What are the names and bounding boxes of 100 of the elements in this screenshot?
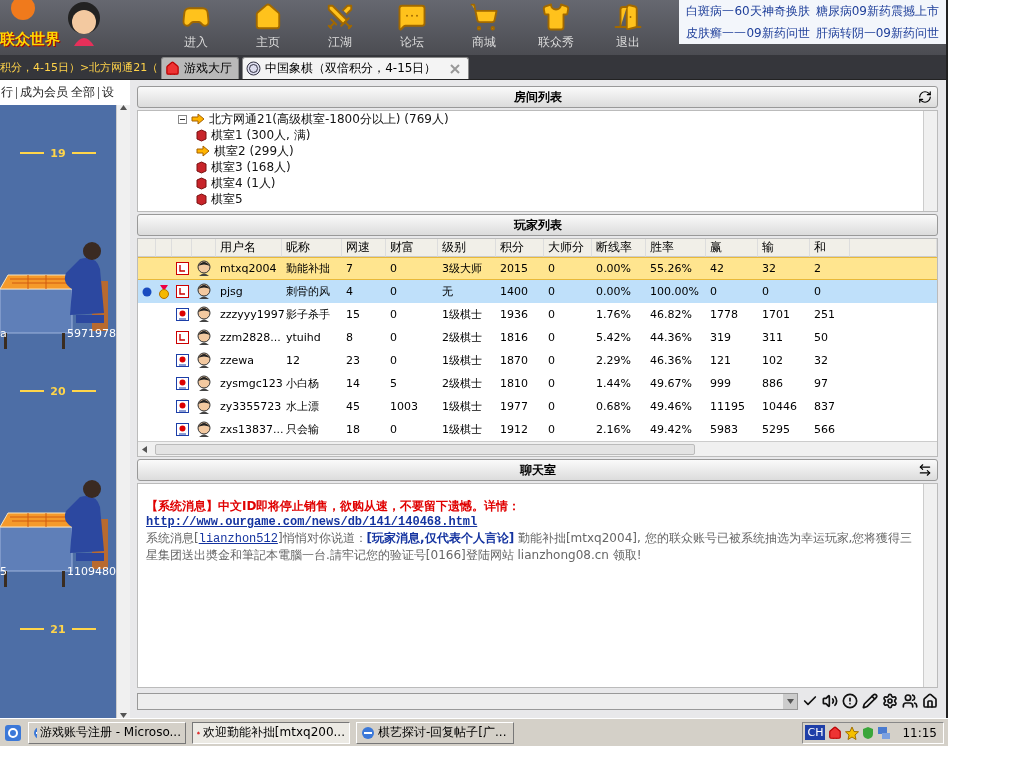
room-item[interactable]: 北方网通21(高级棋室-1800分以上) (769人): [209, 111, 449, 128]
table-row[interactable]: mtxq2004 勤能补拙 7 0 3级大师 2015 0 0.00% 55.26% 42 32 2: [138, 257, 937, 280]
nav-link[interactable]: 设: [102, 84, 114, 101]
chat-link[interactable]: lianzhon512: [198, 532, 278, 546]
table-cell-text: 0: [813, 284, 822, 300]
scrollbar[interactable]: [923, 111, 937, 211]
player-name: 5: [0, 565, 7, 578]
toolbar-button[interactable]: [902, 693, 918, 709]
nav-button[interactable]: 联众秀: [527, 0, 586, 55]
table-cell-text: 0: [389, 307, 398, 323]
chat-input[interactable]: [137, 692, 798, 710]
table-cell-text: 32: [813, 353, 829, 369]
table-cell-text: 5295: [761, 422, 791, 438]
column-header[interactable]: 积分: [496, 239, 544, 257]
nav-button[interactable]: 商城: [455, 0, 514, 55]
toolbar-button[interactable]: [822, 693, 838, 709]
table-cell-text: 1级棋士: [441, 307, 483, 323]
table-cell-text: 121: [709, 353, 732, 369]
swap-icon[interactable]: [918, 463, 932, 477]
dropdown-icon[interactable]: [786, 698, 794, 704]
table-cell-text: 5: [389, 376, 398, 392]
column-header[interactable]: 网速: [342, 239, 386, 257]
table-cell-text: pjsg: [219, 284, 244, 300]
table-cell-text: 2: [813, 261, 822, 277]
close-icon[interactable]: [448, 61, 463, 76]
table-row[interactable]: pjsg 刺骨的风 4 0 无 1400 0 0.00% 100.00% 0 0 0: [138, 280, 937, 303]
toolbar-button[interactable]: [862, 693, 878, 709]
cube-icon: [196, 176, 207, 190]
collapse-toggle[interactable]: [178, 114, 187, 124]
refresh-icon[interactable]: [918, 90, 932, 104]
scrollbar[interactable]: [116, 105, 130, 718]
room-item[interactable]: 棋室2 (299人): [214, 142, 294, 160]
toolbar-button[interactable]: [842, 693, 858, 709]
nav-button[interactable]: 主页: [239, 0, 298, 55]
table-cell-text: ytuihd: [285, 330, 322, 346]
ad-link[interactable]: 糖尿病09新药震撼上市: [812, 1, 942, 21]
nav-link[interactable]: 行: [1, 84, 13, 101]
avatar-icon: [196, 398, 212, 415]
start-icon[interactable]: [4, 723, 22, 742]
table-cell-text: 0: [389, 284, 398, 300]
nav-button[interactable]: 江湖: [311, 0, 370, 55]
table-cell-text: 1778: [709, 307, 739, 323]
ad-link[interactable]: 肝病转阴一09新药问世: [812, 23, 942, 43]
table-cell-text: 0.00%: [595, 261, 632, 277]
column-header[interactable]: 大师分: [544, 239, 592, 257]
star-icon[interactable]: [845, 725, 860, 740]
table-cell-text: 49.46%: [649, 399, 693, 415]
room-item[interactable]: 棋室3 (168人): [211, 158, 291, 176]
section-title: 房间列表: [513, 88, 562, 106]
nav-button[interactable]: 退出: [599, 0, 658, 55]
network-icon[interactable]: [877, 725, 892, 740]
table-cell-text: zzzyyy1997: [219, 307, 282, 323]
table-cell-text: 50: [813, 330, 829, 346]
column-header[interactable]: 断线率: [592, 239, 646, 257]
room-item[interactable]: 棋室1 (300人, 满): [211, 126, 311, 144]
nav-link[interactable]: 全部: [71, 84, 95, 101]
room-item[interactable]: 棋室5: [211, 190, 243, 208]
scrollbar[interactable]: [923, 484, 937, 687]
column-header[interactable]: 级别: [438, 239, 496, 257]
table-cell-text: 18: [345, 422, 361, 438]
column-header[interactable]: 和: [810, 239, 850, 257]
room-item[interactable]: 棋室4 (1人): [211, 174, 276, 192]
table-cell-text: 3级大师: [441, 261, 483, 277]
language-indicator[interactable]: CH: [805, 725, 826, 740]
column-header[interactable]: 输: [758, 239, 810, 257]
table-cell-text: 1912: [499, 422, 529, 438]
table-cell-text: 1810: [499, 376, 529, 392]
nav-button[interactable]: 论坛: [383, 0, 442, 55]
column-header[interactable]: 赢: [706, 239, 758, 257]
column-header[interactable]: 昵称: [282, 239, 342, 257]
speaker-icon: [822, 693, 838, 709]
chat-link[interactable]: http://www.ourgame.com/news/db/141/140468.html: [146, 514, 915, 530]
table-cell-text: 0: [547, 261, 556, 277]
table-cell-text: 97: [813, 376, 829, 392]
taskbar-button[interactable]: 游戏账号注册 - Microso...: [28, 721, 186, 744]
toolbar-button[interactable]: [882, 693, 898, 709]
table-cell-text: 1400: [499, 284, 529, 300]
avatar-icon: [196, 352, 212, 369]
column-header[interactable]: 财富: [386, 239, 438, 257]
table-cell-text: 999: [709, 376, 732, 392]
column-header[interactable]: 用户名: [216, 239, 282, 257]
tab[interactable]: 中国象棋（双倍积分，4-15日）: [242, 57, 470, 79]
taskbar-button[interactable]: 欢迎勤能补拙[mtxq200...: [192, 721, 350, 744]
table-cell-text: 0: [547, 399, 556, 415]
table-number: 21: [50, 622, 66, 636]
shirt-icon: [541, 2, 572, 32]
taskbar-button[interactable]: 棋艺探讨-回复帖子[广...: [356, 721, 514, 744]
avatar-icon: [196, 329, 212, 346]
scrollbar-thumb[interactable]: [155, 443, 695, 455]
table-cell-text: 2.29%: [595, 353, 632, 369]
table-cell-text: 5983: [709, 422, 739, 438]
ad-link[interactable]: 皮肤癣一一09新药问世: [683, 23, 813, 43]
tab[interactable]: 游戏大厅: [161, 57, 240, 79]
chat-message: 【系统消息】中文ID即将停止销售，欲购从速，不要留下遗憾。详情：: [146, 498, 522, 514]
scroll-left-icon[interactable]: [142, 445, 147, 453]
nav-link[interactable]: 成为会员: [20, 84, 68, 101]
table-cell-text: 水上漂: [285, 399, 320, 415]
ad-link[interactable]: 白斑病一60天神奇换肤: [683, 1, 813, 21]
nav-button[interactable]: 进入: [167, 0, 226, 55]
column-header[interactable]: 胜率: [646, 239, 706, 257]
